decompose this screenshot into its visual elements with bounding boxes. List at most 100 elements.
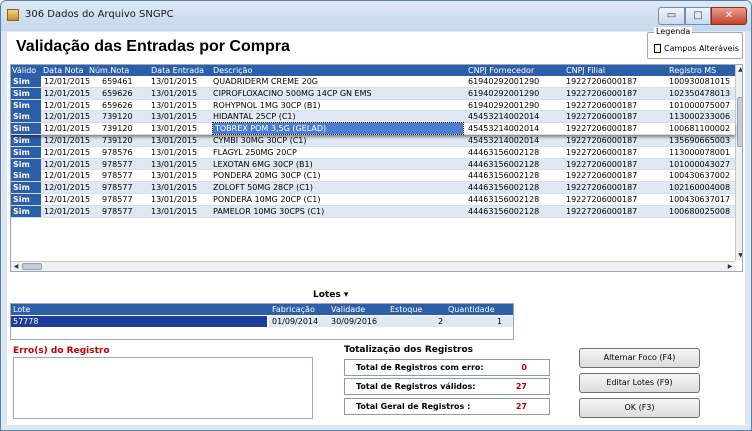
cell-data-entrada: 13/01/2015: [151, 206, 198, 216]
cell-num-nota: 659461: [102, 77, 133, 86]
errors-box[interactable]: [13, 357, 313, 419]
cell-descricao: PONDERA 10MG 20CP (C1): [213, 194, 321, 204]
cell-data-nota: 12/01/2015: [44, 88, 91, 98]
col-valido[interactable]: Válido: [12, 65, 36, 76]
grid-header: Válido Data Nota Núm.Nota Data Entrada D…: [11, 65, 735, 76]
total-geral-label: Total Geral de Registros :: [356, 402, 471, 411]
lotes-header: Lote Fabricação Validade Estoque Quantid…: [11, 304, 513, 315]
cell-cnpj-fornecedor: 44463156002128: [468, 171, 540, 181]
cell-cnpj-fornecedor: 45453214002014: [468, 135, 540, 145]
col-fabricacao[interactable]: Fabricação: [272, 304, 315, 315]
cell-registro-ms: 102160004008: [669, 183, 731, 193]
cell-data-entrada: 13/01/2015: [151, 147, 198, 157]
close-button[interactable]: ✕: [711, 7, 747, 25]
table-row[interactable]: Sim 12/01/2015 978577 13/01/2015 PONDERA 10M…: [11, 193, 735, 206]
title-bar[interactable]: 306 Dados do Arquivo SNGPC ▭ □ ✕: [1, 1, 751, 31]
cell-valido: Sim: [11, 170, 41, 182]
validade-value: 30/09/2016: [331, 317, 378, 326]
legend-swatch: [654, 44, 661, 53]
scroll-thumb[interactable]: [737, 97, 742, 147]
scroll-right-icon[interactable]: ▶: [725, 262, 735, 271]
cell-num-nota: 739120: [102, 124, 133, 134]
col-cnpj-filial[interactable]: CNPJ Filial: [566, 65, 605, 76]
col-lote[interactable]: Lote: [13, 304, 30, 315]
scroll-down-icon[interactable]: ▼: [736, 251, 742, 261]
cell-valido: Sim: [11, 193, 41, 205]
estoque-value: 2: [438, 317, 444, 326]
col-data-nota[interactable]: Data Nota: [43, 65, 84, 76]
hscroll-thumb[interactable]: [22, 263, 42, 270]
cell-num-nota: 978577: [102, 194, 133, 204]
cell-data-nota: 12/01/2015: [44, 194, 91, 204]
errors-label: Erro(s) do Registro: [13, 346, 110, 356]
cell-cnpj-fornecedor: 44463156002128: [468, 194, 540, 204]
cell-cnpj-fornecedor: 44463156002128: [468, 183, 540, 193]
fabricacao-value: 01/09/2014: [272, 317, 319, 326]
cell-cnpj-fornecedor: 44463156002128: [468, 206, 540, 216]
table-row[interactable]: Sim 12/01/2015 659626 13/01/2015 CIPROFLOXAC…: [11, 87, 735, 100]
cell-num-nota: 739120: [102, 112, 133, 122]
table-row[interactable]: Sim 12/01/2015 978577 13/01/2015 ZOLOFT 50MG…: [11, 182, 735, 194]
alternar-foco-button[interactable]: Alternar Foco (F4): [579, 348, 700, 368]
cell-registro-ms: 113000078001: [669, 147, 731, 157]
cell-data-entrada: 13/01/2015: [151, 183, 198, 193]
table-row[interactable]: Sim 12/01/2015 739120 13/01/2015 TOBREX POM …: [11, 122, 735, 136]
col-estoque[interactable]: Estoque: [390, 304, 422, 315]
lotes-toggle[interactable]: Lotes ▾: [313, 290, 348, 300]
cell-num-nota: 978577: [102, 171, 133, 181]
table-row[interactable]: Sim 12/01/2015 739120 13/01/2015 CYMBI 30MG …: [11, 134, 735, 147]
cell-descricao: PONDERA 20MG 30CP (C1): [213, 171, 321, 181]
scroll-up-icon[interactable]: ▲: [736, 65, 742, 75]
cell-registro-ms: 100930081015: [669, 77, 731, 86]
table-row[interactable]: Sim 12/01/2015 978577 13/01/2015 PAMELOR 10M…: [11, 205, 735, 218]
cell-cnpj-filial: 19227206000187: [566, 77, 638, 86]
cell-registro-ms: 102350478013: [669, 88, 731, 98]
totals-title: Totalização dos Registros: [344, 345, 474, 355]
col-num-nota[interactable]: Núm.Nota: [89, 65, 129, 76]
cell-num-nota: 978577: [102, 159, 133, 169]
cell-descricao: CIPROFLOXACINO 500MG 14CP GN EMS: [213, 88, 372, 98]
total-validos-value: 27: [515, 382, 527, 391]
editar-lotes-button[interactable]: Editar Lotes (F9): [579, 373, 700, 393]
cell-registro-ms: 101000075007: [669, 100, 731, 110]
cell-descricao: QUADRIDERM CREME 20G: [213, 77, 318, 86]
table-row[interactable]: Sim 12/01/2015 659461 13/01/2015 QUADRIDERM …: [11, 76, 735, 88]
cell-valido: Sim: [11, 123, 41, 135]
cell-data-entrada: 13/01/2015: [151, 77, 198, 86]
col-validade[interactable]: Validade: [331, 304, 365, 315]
cell-valido: Sim: [11, 134, 41, 146]
lote-row[interactable]: 57778 01/09/2014 30/09/2016 2 1: [11, 316, 513, 327]
cell-data-entrada: 13/01/2015: [151, 100, 198, 110]
col-descricao[interactable]: Descrição: [213, 65, 252, 76]
total-validos-label: Total de Registros válidos:: [356, 382, 476, 391]
cell-num-nota: 659626: [102, 88, 133, 98]
scroll-left-icon[interactable]: ◀: [11, 262, 21, 271]
minimize-button[interactable]: ▭: [658, 7, 685, 25]
table-row[interactable]: Sim 12/01/2015 978577 13/01/2015 PONDERA 20M…: [11, 170, 735, 183]
grid-vertical-scrollbar[interactable]: ▲ ▼: [735, 65, 742, 261]
col-registro-ms[interactable]: Registro MS: [669, 65, 716, 76]
entries-grid[interactable]: Válido Data Nota Núm.Nota Data Entrada D…: [10, 64, 743, 272]
cell-data-entrada: 13/01/2015: [151, 171, 198, 181]
quantidade-value[interactable]: 1: [497, 316, 502, 327]
cell-descricao: PAMELOR 10MG 30CPS (C1): [213, 206, 325, 216]
cell-cnpj-filial: 19227206000187: [566, 135, 638, 145]
cell-cnpj-filial: 19227206000187: [566, 124, 638, 134]
table-row[interactable]: Sim 12/01/2015 739120 13/01/2015 HIDANTAL 25…: [11, 111, 735, 124]
table-row[interactable]: Sim 12/01/2015 978577 13/01/2015 LEXOTAN 6MG…: [11, 158, 735, 171]
ok-button[interactable]: OK (F3): [579, 398, 700, 418]
cell-descricao: HIDANTAL 25CP (C1): [213, 112, 296, 122]
grid-horizontal-scrollbar[interactable]: ◀ ▶: [11, 261, 735, 271]
cell-cnpj-fornecedor: 45453214002014: [468, 112, 540, 122]
form-body: Validação das Entradas por Compra Legend…: [7, 27, 745, 425]
lotes-grid[interactable]: Lote Fabricação Validade Estoque Quantid…: [10, 303, 514, 340]
total-com-erro: Total de Registros com erro: 0: [344, 359, 550, 376]
cell-data-nota: 12/01/2015: [44, 183, 91, 193]
col-data-entrada[interactable]: Data Entrada: [151, 65, 204, 76]
maximize-button[interactable]: □: [685, 7, 711, 25]
col-cnpj-fornecedor[interactable]: CNPJ Fornecedor: [468, 65, 534, 76]
legend-label: Campos Alteráveis: [664, 44, 739, 53]
table-row[interactable]: Sim 12/01/2015 978576 13/01/2015 FLAGYL 250M…: [11, 146, 735, 159]
table-row[interactable]: Sim 12/01/2015 659626 13/01/2015 ROHYPNOL 1M…: [11, 99, 735, 112]
col-quantidade[interactable]: Quantidade: [448, 304, 495, 315]
